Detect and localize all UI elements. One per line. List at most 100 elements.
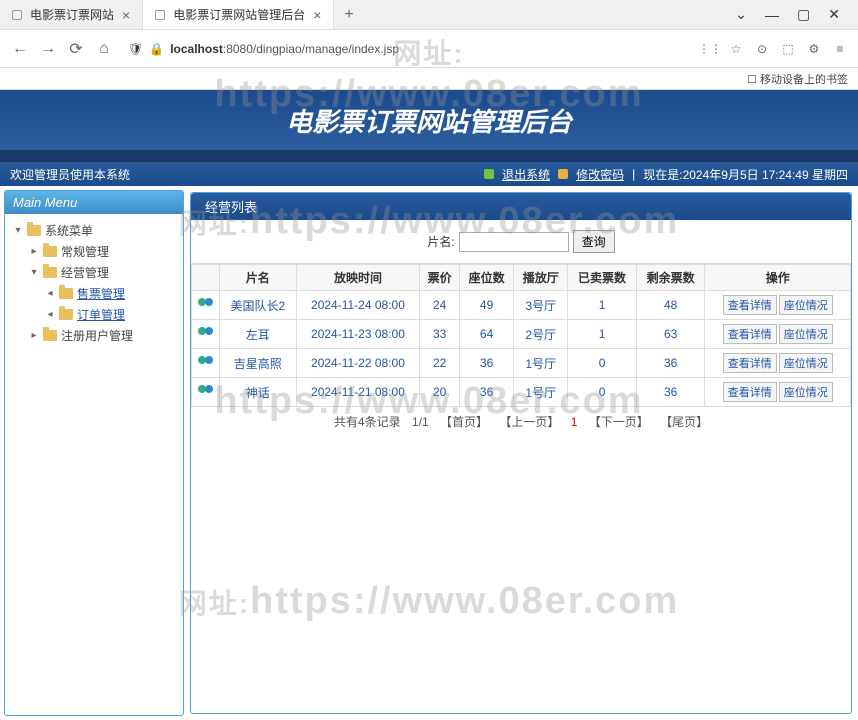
cell-price: 24 — [420, 291, 460, 320]
view-detail-button[interactable]: 查看详情 — [723, 295, 777, 315]
pager-first[interactable]: 【首页】 — [440, 415, 488, 429]
folder-icon — [59, 309, 73, 320]
col-remain: 剩余票数 — [636, 265, 705, 291]
cell-seats: 36 — [460, 378, 514, 407]
seat-status-button[interactable]: 座位情况 — [779, 295, 833, 315]
cell-hall: 3号厅 — [514, 291, 568, 320]
tree-root[interactable]: ▾ 系统菜单 — [9, 220, 179, 241]
tree-item-general[interactable]: ▸ 常规管理 — [25, 241, 179, 262]
cell-time: 2024-11-22 08:00 — [296, 349, 420, 378]
home-button[interactable]: ⌂ — [94, 40, 114, 58]
browser-tab[interactable]: 电影票订票网站 × — [0, 0, 143, 29]
maximize-icon[interactable]: ▢ — [797, 6, 810, 23]
cell-remain: 63 — [636, 320, 705, 349]
cell-name: 吉星高照 — [220, 349, 297, 378]
pager-current: 1 — [571, 415, 578, 429]
view-detail-button[interactable]: 查看详情 — [723, 324, 777, 344]
tab-favicon — [155, 10, 165, 20]
pager-prev[interactable]: 【上一页】 — [499, 415, 559, 429]
seat-status-button[interactable]: 座位情况 — [779, 382, 833, 402]
tree-toggle-icon[interactable]: ▸ — [29, 246, 39, 257]
tab-title: 电影票订票网站 — [30, 6, 114, 23]
cell-name: 左耳 — [220, 320, 297, 349]
table-row: 神话2024-11-21 08:0020361号厅036查看详情座位情况 — [192, 378, 851, 407]
address-bar[interactable]: 🛡 🔒 localhost:8080/dingpiao/manage/index… — [122, 40, 694, 58]
tree-item-business[interactable]: ▾ 经营管理 — [25, 262, 179, 283]
tab-favicon — [12, 10, 22, 20]
col-hall: 播放厅 — [514, 265, 568, 291]
star-icon[interactable]: ☆ — [728, 41, 744, 57]
window-controls: ⌄ — ▢ ✕ — [735, 6, 858, 23]
tree-label[interactable]: 订单管理 — [77, 306, 125, 323]
pager-next[interactable]: 【下一页】 — [589, 415, 649, 429]
cell-remain: 48 — [636, 291, 705, 320]
seat-status-button[interactable]: 座位情况 — [779, 324, 833, 344]
tab-close-icon[interactable]: × — [122, 7, 130, 23]
tree-item-users[interactable]: ▸ 注册用户管理 — [25, 325, 179, 346]
persons-icon — [198, 385, 214, 399]
url-path: :8080/dingpiao/manage/index.jsp — [223, 42, 399, 56]
minimize-icon[interactable]: — — [765, 7, 779, 23]
col-seats: 座位数 — [460, 265, 514, 291]
cell-seats: 64 — [460, 320, 514, 349]
search-button[interactable]: 查询 — [573, 230, 615, 253]
menu-icon[interactable]: ≡ — [832, 41, 848, 57]
cell-time: 2024-11-21 08:00 — [296, 378, 420, 407]
pager-last[interactable]: 【尾页】 — [660, 415, 708, 429]
toolbar-right: ⋮⋮ ☆ ⊙ ⬚ ⚙ ≡ — [702, 41, 848, 57]
col-icon — [192, 265, 220, 291]
search-input[interactable] — [459, 232, 569, 252]
cell-time: 2024-11-23 08:00 — [296, 320, 420, 349]
settings-icon[interactable]: ⚙ — [806, 41, 822, 57]
view-detail-button[interactable]: 查看详情 — [723, 382, 777, 402]
cell-sold: 0 — [568, 349, 637, 378]
refresh-button[interactable]: ⟳ — [66, 39, 86, 59]
cell-ops: 查看详情座位情况 — [705, 378, 851, 407]
page-banner-title: 电影票订票网站管理后台 — [286, 102, 572, 139]
cell-name: 美国队长2 — [220, 291, 297, 320]
back-button[interactable]: ← — [10, 40, 30, 58]
folder-icon — [43, 267, 57, 278]
cell-seats: 49 — [460, 291, 514, 320]
tree-label: 系统菜单 — [45, 222, 93, 239]
cell-name: 神话 — [220, 378, 297, 407]
qr-icon[interactable]: ⋮⋮ — [702, 41, 718, 57]
cell-seats: 36 — [460, 349, 514, 378]
cell-time: 2024-11-24 08:00 — [296, 291, 420, 320]
mobile-bookmarks-link[interactable]: ☐ 移动设备上的书签 — [747, 71, 848, 87]
tree-label[interactable]: 售票管理 — [77, 285, 125, 302]
seat-status-button[interactable]: 座位情况 — [779, 353, 833, 373]
folder-icon — [43, 246, 57, 257]
tab-close-icon[interactable]: × — [313, 7, 321, 23]
tree-label: 经营管理 — [61, 264, 109, 281]
new-tab-button[interactable]: + — [334, 2, 363, 28]
table-header-row: 片名 放映时间 票价 座位数 播放厅 已卖票数 剩余票数 操作 — [192, 265, 851, 291]
tree-toggle-icon[interactable]: ▾ — [29, 267, 39, 278]
logout-link[interactable]: 退出系统 — [502, 166, 550, 183]
cell-price: 22 — [420, 349, 460, 378]
col-sold: 已卖票数 — [568, 265, 637, 291]
top-info-bar: 欢迎管理员使用本系统 退出系统 修改密码 | 现在是:2024年9月5日 17:… — [0, 162, 858, 186]
pager-total: 共有4条记录 — [334, 415, 401, 429]
cell-remain: 36 — [636, 378, 705, 407]
browser-tab-strip: 电影票订票网站 × 电影票订票网站管理后台 × + ⌄ — ▢ ✕ — [0, 0, 858, 30]
forward-button[interactable]: → — [38, 40, 58, 58]
tree-item-ticket[interactable]: ◂ 售票管理 — [41, 283, 179, 304]
tree-toggle-icon[interactable]: ▸ — [29, 330, 39, 341]
cell-hall: 1号厅 — [514, 378, 568, 407]
cell-sold: 0 — [568, 378, 637, 407]
cell-sold: 1 — [568, 320, 637, 349]
view-detail-button[interactable]: 查看详情 — [723, 353, 777, 373]
extensions-icon[interactable]: ⬚ — [780, 41, 796, 57]
change-password-link[interactable]: 修改密码 — [576, 166, 624, 183]
chevron-down-icon[interactable]: ⌄ — [735, 6, 747, 23]
tree-toggle-icon[interactable]: ▾ — [13, 225, 23, 236]
cell-price: 33 — [420, 320, 460, 349]
table-row: 左耳2024-11-23 08:0033642号厅163查看详情座位情况 — [192, 320, 851, 349]
account-icon[interactable]: ⊙ — [754, 41, 770, 57]
browser-tab-active[interactable]: 电影票订票网站管理后台 × — [143, 0, 334, 29]
cell-ops: 查看详情座位情况 — [705, 349, 851, 378]
tree-item-order[interactable]: ◂ 订单管理 — [41, 304, 179, 325]
persons-icon — [198, 298, 214, 312]
close-icon[interactable]: ✕ — [828, 6, 840, 23]
